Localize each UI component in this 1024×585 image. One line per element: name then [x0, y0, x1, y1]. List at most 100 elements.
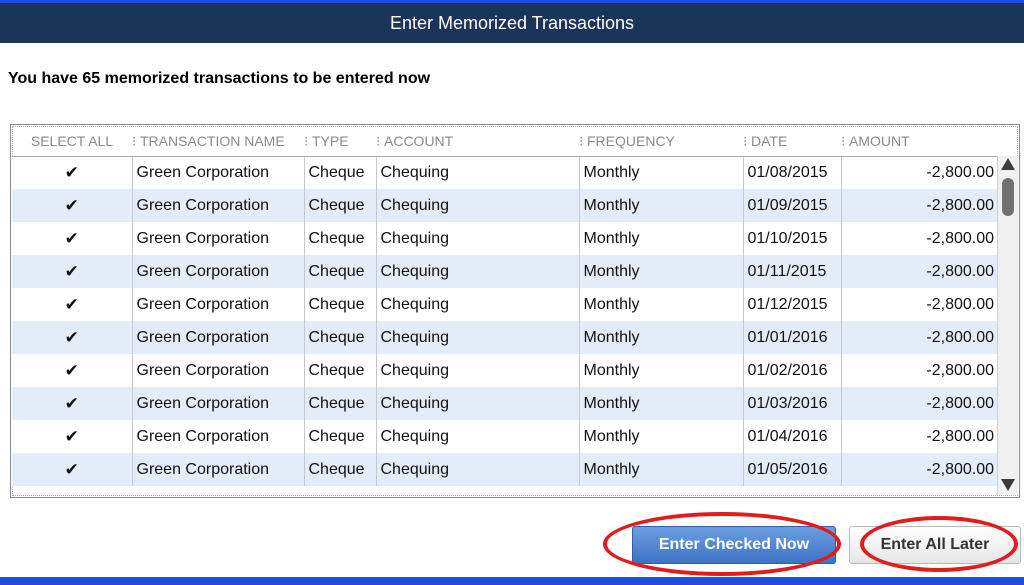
amount-cell: -2,800.00 — [841, 453, 998, 486]
frequency-cell: Monthly — [579, 255, 744, 288]
transaction-name-cell: Green Corporation — [132, 453, 305, 486]
pending-count-heading: You have 65 memorized transactions to be… — [8, 70, 431, 87]
table-row[interactable]: ✔ Green Corporation Cheque Chequing Monthly 0… — [12, 321, 998, 354]
type-cell: Cheque — [304, 156, 377, 189]
check-icon[interactable]: ✔ — [12, 222, 133, 255]
check-icon[interactable]: ✔ — [12, 420, 133, 453]
amount-cell: -2,800.00 — [841, 354, 998, 387]
table-row[interactable]: ✔ Green Corporation Cheque Chequing Monthly 0… — [12, 420, 998, 453]
frequency-cell: Monthly — [579, 222, 744, 255]
column-header-amount[interactable]: ⁝ AMOUNT — [841, 126, 998, 157]
type-cell: Cheque — [304, 222, 377, 255]
account-cell: Chequing — [376, 354, 580, 387]
column-resize-handle[interactable]: ⁝ — [579, 133, 584, 150]
column-header-frequency[interactable]: ⁝ FREQUENCY — [579, 126, 743, 157]
date-cell: 01/04/2016 — [743, 420, 842, 453]
amount-cell: -2,800.00 — [841, 156, 998, 189]
type-cell: Cheque — [304, 420, 377, 453]
transaction-name-cell: Green Corporation — [132, 255, 305, 288]
column-header-account[interactable]: ⁝ ACCOUNT — [376, 126, 579, 157]
column-resize-handle[interactable]: ⁝ — [132, 133, 137, 150]
account-cell: Chequing — [376, 222, 580, 255]
date-cell: 01/11/2015 — [743, 255, 842, 288]
table-row[interactable]: ✔ Green Corporation Cheque Chequing Monthly 0… — [12, 288, 998, 321]
table-row[interactable]: ✔ Green Corporation Cheque Chequing Monthly 0… — [12, 189, 998, 222]
table-row[interactable]: ✔ Green Corporation Cheque Chequing Monthly 0… — [12, 354, 998, 387]
amount-cell: -2,800.00 — [841, 255, 998, 288]
account-cell: Chequing — [376, 255, 580, 288]
window-title: Enter Memorized Transactions — [389, 12, 635, 33]
frequency-cell: Monthly — [579, 288, 744, 321]
window-bottom-edge — [0, 577, 1024, 585]
type-cell: Cheque — [304, 288, 377, 321]
frequency-cell: Monthly — [579, 387, 744, 420]
column-resize-handle[interactable]: ⁝ — [376, 133, 381, 150]
type-cell: Cheque — [304, 354, 377, 387]
check-icon[interactable]: ✔ — [12, 321, 133, 354]
date-cell: 01/02/2016 — [743, 354, 842, 387]
enter-all-later-button[interactable]: Enter All Later — [849, 526, 1021, 564]
column-header-select-all[interactable]: SELECT ALL — [12, 126, 132, 157]
transaction-name-cell: Green Corporation — [132, 420, 305, 453]
check-icon[interactable]: ✔ — [12, 288, 133, 321]
check-icon[interactable]: ✔ — [12, 453, 133, 486]
frequency-cell: Monthly — [579, 453, 744, 486]
vertical-scrollbar[interactable] — [997, 156, 1018, 495]
type-cell: Cheque — [304, 321, 377, 354]
transaction-name-cell: Green Corporation — [132, 321, 305, 354]
amount-cell: -2,800.00 — [841, 222, 998, 255]
check-icon[interactable]: ✔ — [12, 189, 133, 222]
enter-checked-now-button[interactable]: Enter Checked Now — [632, 526, 836, 564]
table-row[interactable]: ✔ Green Corporation Cheque Chequing Monthly 0… — [12, 387, 998, 420]
date-cell: 01/09/2015 — [743, 189, 842, 222]
transaction-name-cell: Green Corporation — [132, 354, 305, 387]
frequency-cell: Monthly — [579, 354, 744, 387]
amount-cell: -2,800.00 — [841, 387, 998, 420]
table-row[interactable]: ✔ Green Corporation Cheque Chequing Monthly 0… — [12, 222, 998, 255]
account-cell: Chequing — [376, 156, 580, 189]
table-row[interactable]: ✔ Green Corporation Cheque Chequing Monthly 0… — [12, 453, 998, 486]
amount-cell: -2,800.00 — [841, 420, 998, 453]
date-cell: 01/03/2016 — [743, 387, 842, 420]
date-cell: 01/08/2015 — [743, 156, 842, 189]
window-title-bar: Enter Memorized Transactions — [0, 3, 1024, 43]
type-cell: Cheque — [304, 453, 377, 486]
transaction-name-cell: Green Corporation — [132, 222, 305, 255]
table-header-row: SELECT ALL ⁝ TRANSACTION NAME ⁝ TYPE ⁝ ACCO… — [12, 126, 998, 157]
date-cell: 01/05/2016 — [743, 453, 842, 486]
check-icon[interactable]: ✔ — [12, 156, 133, 189]
column-resize-handle[interactable]: ⁝ — [304, 133, 309, 150]
table-row[interactable]: ✔ Green Corporation Cheque Chequing Monthly 0… — [12, 255, 998, 288]
column-resize-handle[interactable]: ⁝ — [743, 133, 748, 150]
scrollbar-thumb[interactable] — [1002, 178, 1014, 216]
transactions-table: SELECT ALL ⁝ TRANSACTION NAME ⁝ TYPE ⁝ ACCO… — [12, 126, 998, 486]
frequency-cell: Monthly — [579, 189, 744, 222]
arrow-up-icon[interactable] — [1001, 158, 1015, 170]
date-cell: 01/10/2015 — [743, 222, 842, 255]
type-cell: Cheque — [304, 255, 377, 288]
frequency-cell: Monthly — [579, 321, 744, 354]
column-resize-handle[interactable]: ⁝ — [841, 133, 846, 150]
account-cell: Chequing — [376, 420, 580, 453]
date-cell: 01/12/2015 — [743, 288, 842, 321]
check-icon[interactable]: ✔ — [12, 255, 133, 288]
column-header-type[interactable]: ⁝ TYPE — [304, 126, 376, 157]
frequency-cell: Monthly — [579, 156, 744, 189]
type-cell: Cheque — [304, 387, 377, 420]
type-cell: Cheque — [304, 189, 377, 222]
memorized-transactions-grid: SELECT ALL ⁝ TRANSACTION NAME ⁝ TYPE ⁝ ACCO… — [10, 124, 1020, 498]
column-header-date[interactable]: ⁝ DATE — [743, 126, 841, 157]
account-cell: Chequing — [376, 387, 580, 420]
column-header-transaction-name[interactable]: ⁝ TRANSACTION NAME — [132, 126, 304, 157]
account-cell: Chequing — [376, 453, 580, 486]
check-icon[interactable]: ✔ — [12, 354, 133, 387]
check-icon[interactable]: ✔ — [12, 387, 133, 420]
transaction-name-cell: Green Corporation — [132, 156, 305, 189]
account-cell: Chequing — [376, 189, 580, 222]
table-row[interactable]: ✔ Green Corporation Cheque Chequing Monthly 0… — [12, 156, 998, 189]
arrow-down-icon[interactable] — [1001, 479, 1015, 491]
amount-cell: -2,800.00 — [841, 288, 998, 321]
account-cell: Chequing — [376, 288, 580, 321]
transaction-name-cell: Green Corporation — [132, 387, 305, 420]
transaction-name-cell: Green Corporation — [132, 189, 305, 222]
